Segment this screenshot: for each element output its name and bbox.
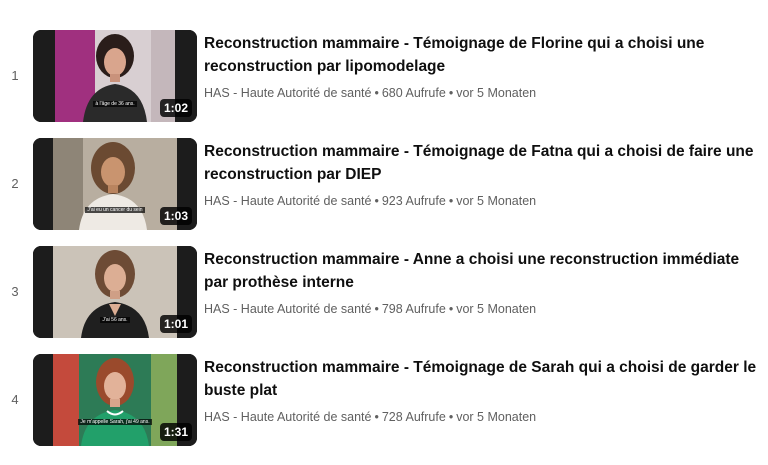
video-meta: HAS - Haute Autorité de santé • 680 Aufruf…	[204, 85, 760, 101]
playlist-video-list: 1 à l'âge de 36 ans. 1:02 Reconstruction…	[0, 0, 768, 465]
playlist-item[interactable]: 1 à l'âge de 36 ans. 1:02 Reconstruction…	[0, 30, 768, 124]
meta-separator: •	[448, 302, 454, 316]
upload-age: vor 5 Monaten	[456, 302, 537, 316]
video-thumbnail[interactable]: J'ai eu un cancer du sein 1:03	[33, 138, 197, 230]
upload-age: vor 5 Monaten	[456, 410, 537, 424]
meta-separator: •	[374, 86, 379, 100]
meta-separator: •	[374, 410, 379, 424]
video-title[interactable]: Reconstruction mammaire - Témoignage de …	[204, 140, 760, 186]
video-thumbnail[interactable]: J'ai 56 ans. 1:01	[33, 246, 197, 338]
video-thumbnail[interactable]: Je m'appelle Sarah, j'ai 49 ans. 1:31	[33, 354, 197, 446]
playlist-index: 1	[11, 68, 19, 83]
view-count: 680 Aufrufe	[381, 86, 446, 100]
channel-name[interactable]: HAS - Haute Autorité de santé	[204, 410, 371, 424]
video-title[interactable]: Reconstruction mammaire - Témoignage de …	[204, 356, 760, 402]
video-thumbnail[interactable]: à l'âge de 36 ans. 1:02	[33, 30, 197, 122]
channel-name[interactable]: HAS - Haute Autorité de santé	[204, 194, 371, 208]
video-title[interactable]: Reconstruction mammaire - Anne a choisi …	[204, 248, 760, 294]
playlist-index: 3	[11, 284, 19, 299]
meta-separator: •	[374, 302, 379, 316]
playlist-item[interactable]: 4 Je m'appelle Sarah, j'ai 49 ans. 1:31 …	[0, 354, 768, 448]
meta-separator: •	[448, 410, 454, 424]
upload-age: vor 5 Monaten	[456, 86, 537, 100]
video-meta: HAS - Haute Autorité de santé • 923 Aufruf…	[204, 193, 760, 209]
video-info: Reconstruction mammaire - Anne a choisi …	[204, 248, 760, 317]
video-meta: HAS - Haute Autorité de santé • 798 Aufruf…	[204, 301, 760, 317]
playlist-index: 4	[11, 392, 19, 407]
playlist-index: 2	[11, 176, 19, 191]
duration-badge: 1:02	[159, 99, 192, 117]
meta-separator: •	[374, 194, 379, 208]
playlist-item[interactable]: 2 J'ai eu un cancer du sein 1:03 Reconst…	[0, 138, 768, 232]
view-count: 798 Aufrufe	[381, 302, 446, 316]
video-meta: HAS - Haute Autorité de santé • 728 Aufruf…	[204, 409, 760, 425]
video-info: Reconstruction mammaire - Témoignage de …	[204, 32, 760, 101]
playlist-item[interactable]: 3 J'ai 56 ans. 1:01 Reconstruction mamma…	[0, 246, 768, 340]
duration-badge: 1:01	[159, 315, 192, 333]
upload-age: vor 5 Monaten	[456, 194, 537, 208]
view-count: 923 Aufrufe	[381, 194, 446, 208]
video-info: Reconstruction mammaire - Témoignage de …	[204, 356, 760, 425]
view-count: 728 Aufrufe	[381, 410, 446, 424]
meta-separator: •	[448, 86, 454, 100]
meta-separator: •	[448, 194, 454, 208]
channel-name[interactable]: HAS - Haute Autorité de santé	[204, 302, 371, 316]
duration-badge: 1:03	[159, 207, 192, 225]
channel-name[interactable]: HAS - Haute Autorité de santé	[204, 86, 371, 100]
duration-badge: 1:31	[159, 423, 192, 441]
video-info: Reconstruction mammaire - Témoignage de …	[204, 140, 760, 209]
video-title[interactable]: Reconstruction mammaire - Témoignage de …	[204, 32, 760, 78]
